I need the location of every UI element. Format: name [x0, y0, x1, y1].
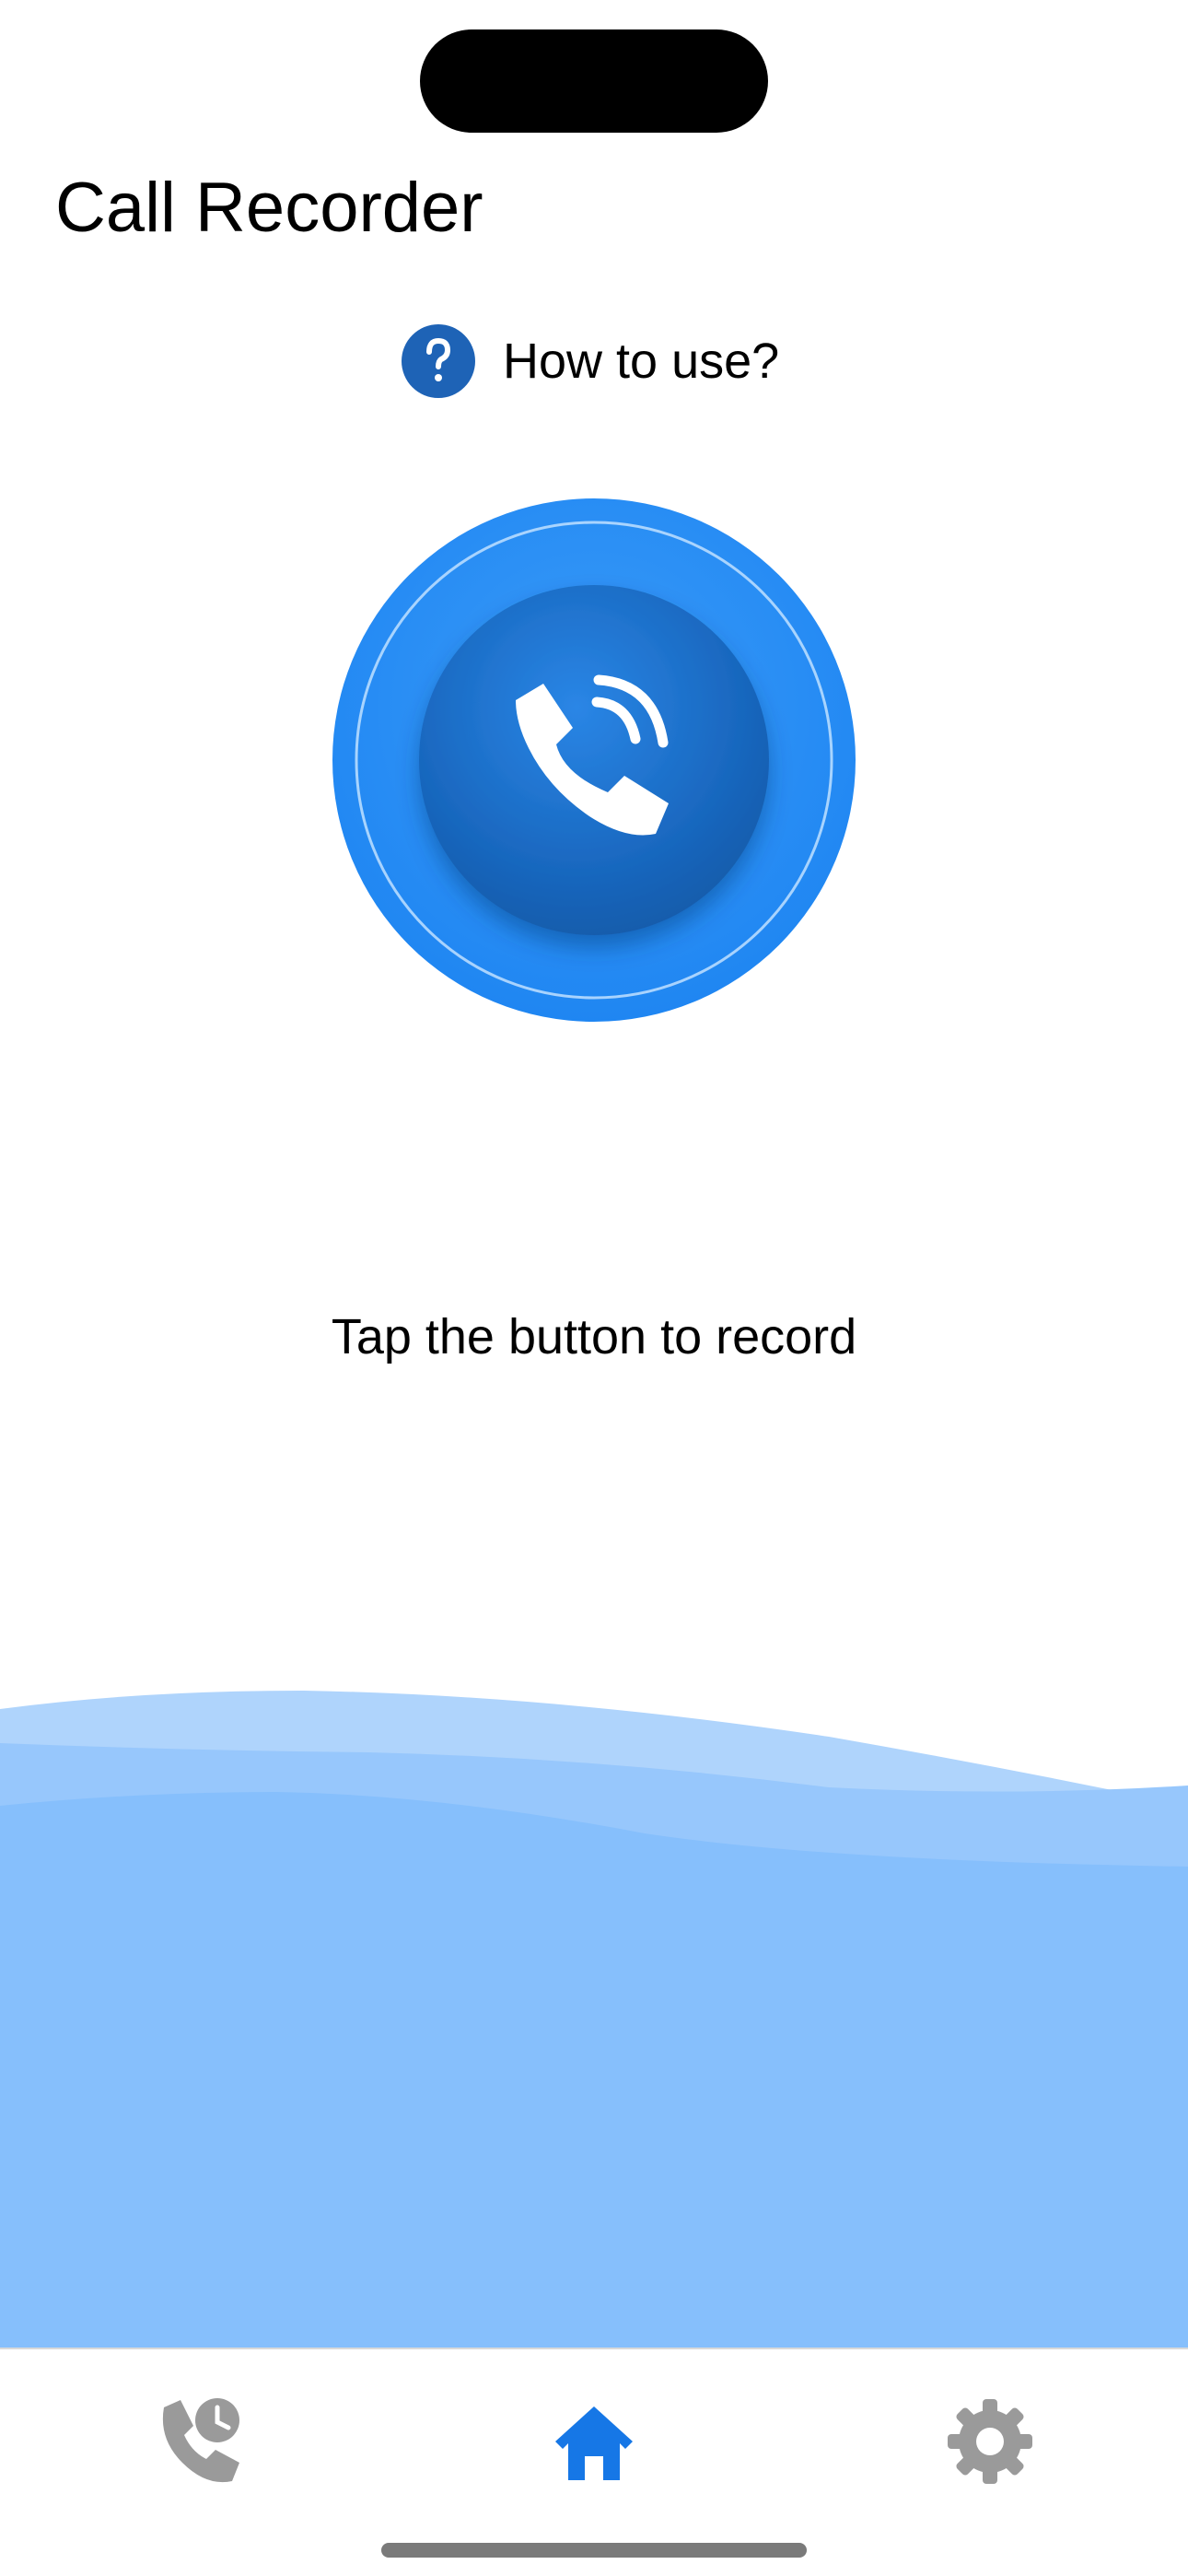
dynamic-island	[420, 29, 768, 133]
question-mark-circle-icon	[402, 324, 475, 398]
app-screen: Call Recorder How to use? Tap the button…	[0, 0, 1188, 2576]
tab-settings[interactable]	[926, 2377, 1054, 2506]
page-title: Call Recorder	[55, 169, 483, 247]
tab-recent-calls[interactable]	[134, 2377, 262, 2506]
record-button[interactable]	[332, 498, 856, 1023]
house-icon	[555, 2406, 633, 2480]
how-to-use-link[interactable]: How to use?	[402, 322, 779, 400]
phone-clock-icon	[162, 2398, 239, 2483]
gear-icon	[948, 2399, 1032, 2484]
tab-bar	[0, 2348, 1188, 2576]
how-to-use-label: How to use?	[503, 334, 780, 389]
wave-background	[0, 1658, 1188, 2349]
record-hint-text: Tap the button to record	[331, 1309, 857, 1364]
tab-home[interactable]	[530, 2377, 658, 2506]
home-indicator[interactable]	[381, 2543, 807, 2558]
